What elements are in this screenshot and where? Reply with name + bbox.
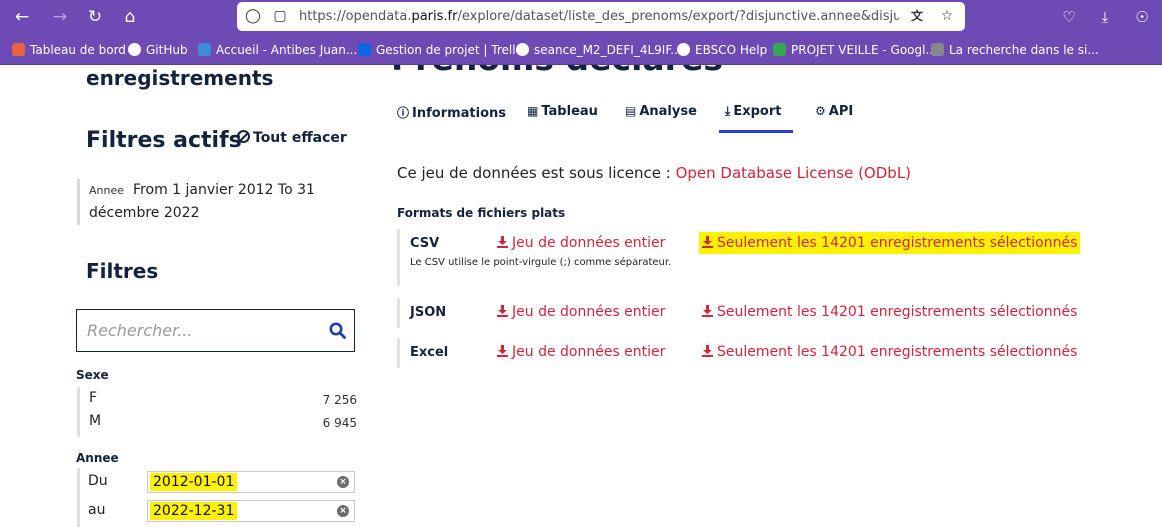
download-icon [702,305,713,317]
format-name-excel: Excel [410,345,449,360]
bookmark-projet-veille[interactable]: PROJET VEILLE - Googl... [773,42,937,58]
active-filters-title: Filtres actifs [86,128,242,153]
facet-item-f[interactable]: F7 256 [89,390,357,412]
lock-icon[interactable]: ▢ [272,8,288,24]
facet-sexe-list: F7 256 M6 945 [77,387,357,437]
date-to-value: 2022-12-31 [150,502,238,520]
download-selected-csv-link[interactable]: Seulement les 14201 enregistrements séle… [702,235,1078,251]
gears-icon: ⚙ [815,104,826,118]
download-full-excel-link[interactable]: Jeu de données entier [497,344,665,360]
download-selected-excel-link[interactable]: Seulement les 14201 enregistrements séle… [702,344,1077,360]
bookmark-trello[interactable]: Gestion de projet | Trello [358,42,523,58]
bookmark-github[interactable]: GitHub [128,42,188,58]
bookmark-recherche[interactable]: La recherche dans le si... [931,42,1099,58]
bookmark-favicon-icon [12,43,25,56]
filters-title: Filtres [86,259,159,283]
table-icon: ▦ [527,104,539,118]
reload-icon[interactable]: ↻ [85,7,105,27]
date-to-input[interactable]: 2022-12-31 × [147,500,355,522]
download-icon [702,345,713,357]
format-name-json: JSON [410,305,447,320]
download-icon [497,305,508,317]
download-selected-json-link[interactable]: Seulement les 14201 enregistrements séle… [702,304,1077,320]
filter-search-input[interactable]: Rechercher... [76,309,355,352]
bookmarks-bar: Tableau de bord GitHub Accueil - Antibes… [0,34,1162,65]
facet-sexe-title: Sexe [76,368,109,382]
download-icon: ⤓ [725,104,731,118]
url-text[interactable]: https://opendata.paris.fr/explore/datase… [299,9,899,24]
ban-icon [237,130,250,143]
csv-note: Le CSV utilise le point-virgule (;) comm… [410,257,672,268]
back-arrow-icon[interactable]: ← [12,7,32,27]
download-icon [702,236,713,248]
facet-annee-range [77,468,80,527]
account-icon[interactable]: ☉ [1132,7,1152,27]
format-name-csv: CSV [410,236,440,251]
search-placeholder: Rechercher... [87,321,193,340]
license-link[interactable]: Open Database License (ODbL) [676,164,911,182]
github-icon [128,43,141,56]
trello-icon [358,43,371,56]
star-icon[interactable]: ☆ [939,8,955,24]
pocket-icon[interactable]: ♡ [1059,7,1079,27]
globe-icon [677,43,690,56]
facet-annee-title: Annee [76,451,119,465]
active-filter-key: Annee [89,184,125,197]
tab-informations[interactable]: ⓘ Informations [397,104,506,128]
active-filter[interactable]: Annee From 1 janvier 2012 To 31 décembre … [77,179,347,225]
drive-icon [773,43,786,56]
forward-arrow-icon[interactable]: → [50,7,70,27]
search-icon[interactable] [329,322,346,339]
bookmark-ebsco[interactable]: EBSCO Help [677,42,767,58]
download-full-csv-link[interactable]: Jeu de données entier [497,235,665,251]
facet-item-m[interactable]: M6 945 [89,413,357,435]
date-to-label: au [88,502,106,518]
license-line: Ce jeu de données est sous licence : Ope… [397,164,912,182]
active-tab-indicator [719,130,793,133]
url-bar[interactable]: ◯ ▢ https://opendata.paris.fr/explore/da… [237,2,965,31]
download-full-json-link[interactable]: Jeu de données entier [497,304,665,320]
formats-title: Formats de fichiers plats [397,206,566,220]
info-icon: ⓘ [397,106,410,120]
translate-icon[interactable]: 文 [909,8,925,24]
date-from-input[interactable]: 2012-01-01 × [147,471,355,493]
tab-api[interactable]: ⚙ API [815,104,853,128]
download-icon [497,345,508,357]
tab-tableau[interactable]: ▦ Tableau [527,104,598,128]
bookmark-favicon-icon [931,43,944,56]
bookmark-favicon-icon [198,43,211,56]
home-icon[interactable]: ⌂ [120,7,140,27]
clear-date-from-icon[interactable]: × [337,476,349,488]
records-heading: enregistrements [86,66,274,90]
page-title: Prénoms déclarés [391,65,723,78]
bookmark-seance[interactable]: seance_M2_DEFI_4L9IF... [516,42,682,58]
date-from-value: 2012-01-01 [150,473,238,491]
date-from-label: Du [88,473,108,489]
tab-analyse[interactable]: ▤ Analyse [625,104,697,128]
clear-all-button[interactable]: Tout effacer [237,130,347,146]
bookmark-tableau-de-bord[interactable]: Tableau de bord [12,42,126,58]
bookmark-antibes[interactable]: Accueil - Antibes Juan... [198,42,357,58]
shield-icon[interactable]: ◯ [245,8,261,24]
github-icon [516,43,529,56]
clear-date-to-icon[interactable]: × [337,505,349,517]
tab-export[interactable]: ⤓ Export [725,104,781,128]
chart-icon: ▤ [625,104,637,118]
download-icon [497,236,508,248]
downloads-icon[interactable]: ⤓ [1095,7,1115,27]
browser-toolbar: ← → ↻ ⌂ ◯ ▢ https://opendata.paris.fr/ex… [0,0,1162,34]
